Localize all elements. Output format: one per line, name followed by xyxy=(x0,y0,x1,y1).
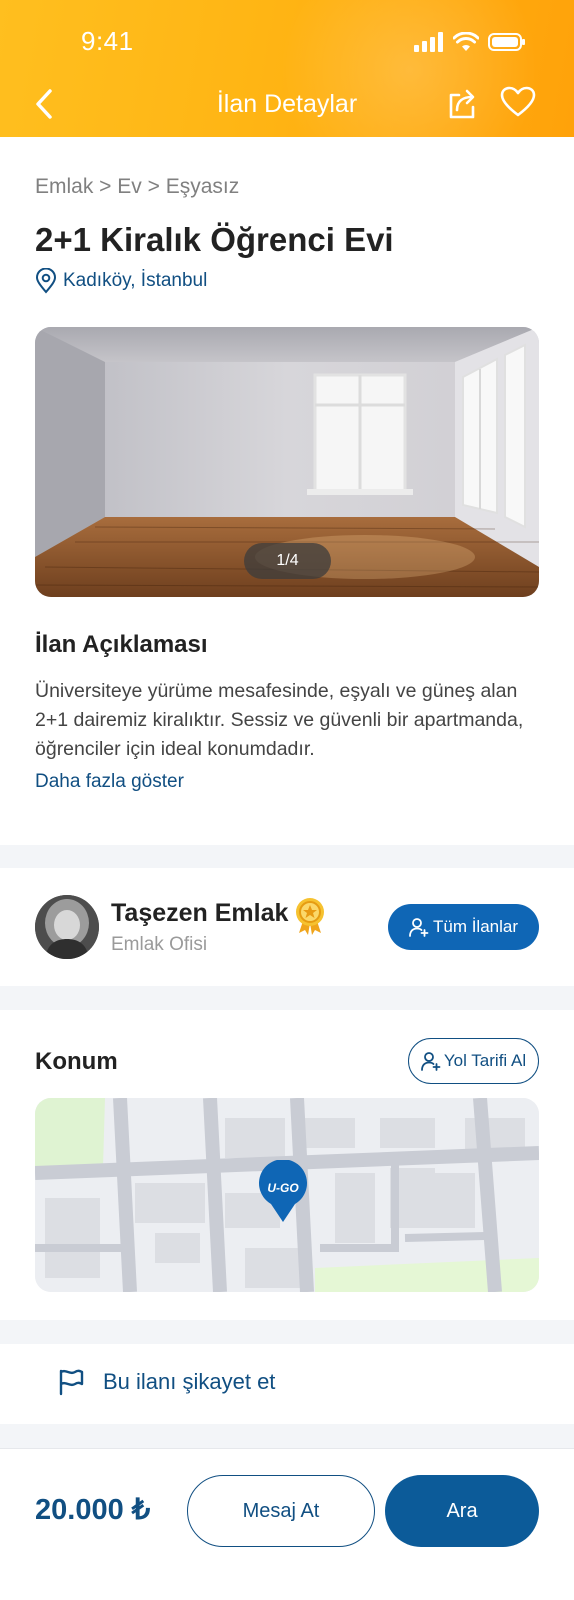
map-pin-marker: U-GO xyxy=(259,1160,307,1222)
agent-avatar-image xyxy=(35,895,99,959)
wifi-icon xyxy=(453,32,479,51)
all-listings-label: Tüm İlanlar xyxy=(432,917,519,936)
listing-location: Kadıköy, İstanbul xyxy=(35,268,207,294)
description-text: Üniversiteye yürüme mesafesinde, eşyalı … xyxy=(35,680,524,760)
listing-price: 20.000 ₺ xyxy=(35,1494,151,1526)
page-title: İlan Detaylar xyxy=(216,90,358,118)
show-more-link[interactable]: Daha fazla göster xyxy=(35,771,184,793)
all-listings-button[interactable]: Tüm İlanlar xyxy=(388,904,539,950)
location-text: Kadıköy, İstanbul xyxy=(63,270,208,291)
location-pin-icon xyxy=(35,268,57,294)
verified-badge-icon xyxy=(296,898,324,935)
agent-name: Taşezen Emlak xyxy=(111,899,289,927)
signal-icon xyxy=(414,32,443,52)
listing-title: 2+1 Kiralık Öğrenci Evi xyxy=(35,221,394,258)
message-button[interactable]: Mesaj At xyxy=(187,1475,375,1547)
directions-button[interactable]: Yol Tarifi Al xyxy=(408,1038,539,1084)
status-icons xyxy=(414,32,526,52)
agent-type: Emlak Ofisi xyxy=(111,934,208,955)
user-plus-icon xyxy=(420,1052,441,1071)
favorite-heart-icon[interactable] xyxy=(500,86,536,118)
app-header: 9:41 İlan Detaylar xyxy=(0,0,574,137)
location-map[interactable]: U-GO xyxy=(35,1098,539,1292)
photo-counter: 1/4 xyxy=(244,543,331,579)
map-pin-logo: U-GO xyxy=(267,1181,299,1195)
directions-label: Yol Tarifi Al xyxy=(443,1051,527,1070)
report-listing-button[interactable]: Bu ilanı şikayet et xyxy=(57,1368,275,1396)
status-time: 9:41 xyxy=(81,26,134,56)
listing-photo-carousel[interactable]: 1/4 xyxy=(35,327,539,597)
share-icon[interactable] xyxy=(446,86,478,120)
user-plus-icon xyxy=(409,918,429,937)
report-label: Bu ilanı şikayet et xyxy=(103,1369,276,1394)
description-title: İlan Açıklaması xyxy=(35,631,208,658)
avatar xyxy=(35,895,99,959)
flag-icon xyxy=(59,1369,84,1396)
call-button[interactable]: Ara xyxy=(385,1475,539,1547)
breadcrumb: Emlak > Ev > Eşyasız xyxy=(35,175,240,198)
location-section-title: Konum xyxy=(35,1048,118,1075)
battery-icon xyxy=(488,33,525,51)
